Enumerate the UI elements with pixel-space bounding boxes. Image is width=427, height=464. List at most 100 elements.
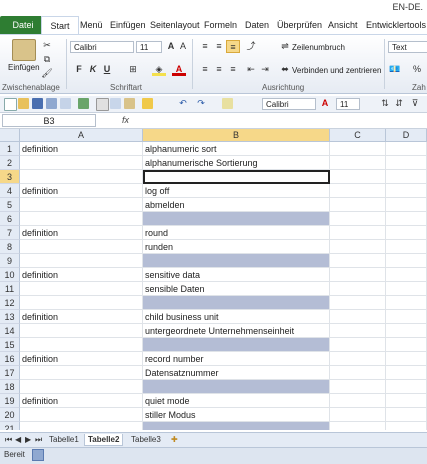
cell-d[interactable]	[386, 170, 427, 184]
format-painter-small-icon[interactable]	[142, 98, 153, 109]
cell-d[interactable]	[386, 254, 427, 268]
cell-c[interactable]	[330, 268, 386, 282]
row-header[interactable]: 20	[0, 408, 20, 422]
row-header[interactable]: 1	[0, 142, 20, 156]
cell-b[interactable]: log off	[143, 184, 330, 198]
cell-d[interactable]	[386, 268, 427, 282]
cell-a[interactable]	[20, 422, 143, 430]
cell-c[interactable]	[330, 282, 386, 296]
percent-button[interactable]: %	[410, 63, 424, 76]
column-header-b[interactable]: B	[143, 129, 330, 142]
cell-d[interactable]	[386, 212, 427, 226]
column-header-c[interactable]: C	[330, 129, 386, 142]
wrap-text-button[interactable]: Zeilenumbruch	[292, 43, 345, 52]
cell-a[interactable]	[20, 324, 143, 338]
row-header[interactable]: 21	[0, 422, 20, 430]
paste-icon[interactable]	[12, 39, 36, 61]
undo-icon[interactable]: ↶	[176, 97, 190, 110]
cell-b[interactable]: quiet mode	[143, 394, 330, 408]
row-header[interactable]: 17	[0, 366, 20, 380]
worksheet-grid[interactable]: A B C D 1 definition alphanumeric sort 2 alp…	[0, 129, 427, 430]
cut-small-icon[interactable]	[96, 98, 109, 111]
currency-icon[interactable]: 💶	[388, 63, 402, 76]
sort-desc-icon[interactable]: ⇵	[392, 97, 406, 110]
cell-c[interactable]	[330, 198, 386, 212]
row-header[interactable]: 7	[0, 226, 20, 240]
spelling-icon[interactable]	[78, 98, 89, 109]
cell-a[interactable]	[20, 170, 143, 184]
font-name-combo[interactable]: Calibri	[70, 41, 134, 53]
new-icon[interactable]	[4, 98, 17, 111]
tab-start[interactable]: Start	[41, 16, 79, 35]
cell-d[interactable]	[386, 366, 427, 380]
row-header[interactable]: 5	[0, 198, 20, 212]
font-color-icon[interactable]: A	[172, 63, 186, 76]
tab-formulas[interactable]: Formeln	[200, 16, 241, 34]
align-left-icon[interactable]: ≡	[198, 63, 212, 76]
cell-a[interactable]	[20, 212, 143, 226]
cell-b[interactable]	[143, 380, 330, 394]
cell-b[interactable]	[143, 422, 330, 430]
cell-c[interactable]	[330, 184, 386, 198]
tab-insert[interactable]: Einfügen	[106, 16, 150, 34]
sheet-tab-tabelle1[interactable]: Tabelle1	[46, 434, 82, 445]
paste-button[interactable]: Einfügen	[8, 63, 40, 72]
align-top-icon[interactable]: ≡	[198, 40, 212, 53]
active-cell[interactable]	[143, 170, 330, 184]
cell-d[interactable]	[386, 296, 427, 310]
cell-c[interactable]	[330, 142, 386, 156]
cell-b[interactable]	[143, 338, 330, 352]
cell-a[interactable]: definition	[20, 394, 143, 408]
cell-c[interactable]	[330, 380, 386, 394]
row-header[interactable]: 13	[0, 310, 20, 324]
cell-b[interactable]: record number	[143, 352, 330, 366]
cell-d[interactable]	[386, 324, 427, 338]
last-sheet-arrow-icon[interactable]: ⏭	[32, 434, 45, 445]
number-format-combo[interactable]: Text	[388, 41, 427, 53]
sort-asc-icon[interactable]: ⇅	[378, 97, 392, 110]
insert-function-icon[interactable]: fx	[122, 115, 129, 125]
italic-button[interactable]: K	[86, 63, 100, 76]
insert-sheet-icon[interactable]: ✚	[168, 434, 181, 445]
row-header[interactable]: 11	[0, 282, 20, 296]
cell-b[interactable]: Datensatznummer	[143, 366, 330, 380]
copy-icon[interactable]: ⧉	[40, 53, 54, 66]
align-middle-icon[interactable]: ≡	[212, 40, 226, 53]
bold-button[interactable]: F	[72, 63, 86, 76]
cell-d[interactable]	[386, 142, 427, 156]
sheet-tab-tabelle3[interactable]: Tabelle3	[128, 434, 164, 445]
row-header[interactable]: 12	[0, 296, 20, 310]
row-header[interactable]: 19	[0, 394, 20, 408]
cell-c[interactable]	[330, 408, 386, 422]
align-center-icon[interactable]: ≡	[212, 63, 226, 76]
align-bottom-icon[interactable]: ≡	[226, 40, 240, 53]
cell-d[interactable]	[386, 226, 427, 240]
cell-c[interactable]	[330, 296, 386, 310]
paste-small-icon[interactable]	[124, 98, 135, 109]
cell-d[interactable]	[386, 422, 427, 430]
copy-small-icon[interactable]	[110, 98, 121, 109]
cell-a[interactable]	[20, 296, 143, 310]
underline-button[interactable]: U	[100, 63, 114, 76]
column-header-a[interactable]: A	[20, 129, 143, 142]
row-header[interactable]: 10	[0, 268, 20, 282]
tab-data[interactable]: Daten	[241, 16, 273, 34]
tab-view[interactable]: Ansicht	[324, 16, 362, 34]
cell-c[interactable]	[330, 422, 386, 430]
cell-a[interactable]: definition	[20, 184, 143, 198]
shrink-font-icon[interactable]: A	[176, 40, 190, 53]
cell-c[interactable]	[330, 254, 386, 268]
borders-icon[interactable]: ⊞	[126, 63, 140, 76]
row-header[interactable]: 16	[0, 352, 20, 366]
row-header[interactable]: 6	[0, 212, 20, 226]
format-painter-icon[interactable]: 🖌	[40, 67, 54, 80]
font-size-combo[interactable]: 11	[136, 41, 162, 53]
tab-developer[interactable]: Entwicklertools	[362, 16, 427, 34]
name-box[interactable]: B3	[2, 114, 96, 127]
row-header[interactable]: 8	[0, 240, 20, 254]
cell-a[interactable]: definition	[20, 142, 143, 156]
cell-a[interactable]	[20, 156, 143, 170]
sheet-tab-tabelle2[interactable]: Tabelle2	[84, 434, 124, 446]
row-header[interactable]: 9	[0, 254, 20, 268]
cell-a[interactable]: definition	[20, 226, 143, 240]
